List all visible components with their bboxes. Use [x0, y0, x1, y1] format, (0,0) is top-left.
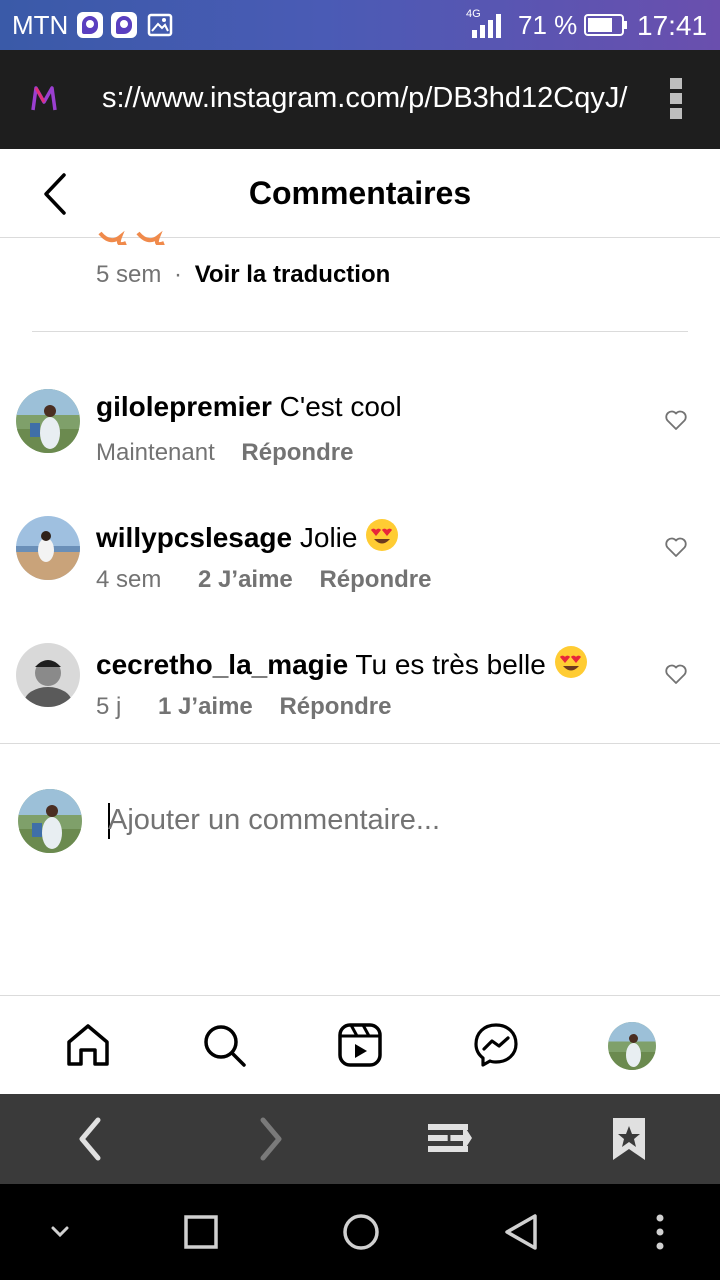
heart-eyes-emoji-icon	[554, 646, 587, 678]
heart-eyes-emoji-icon	[366, 519, 399, 551]
likes-count[interactable]: 2 J’aime	[198, 566, 293, 593]
comment-username[interactable]: gilolepremier	[96, 391, 272, 422]
reels-icon[interactable]	[335, 1020, 385, 1070]
comment-username[interactable]: cecretho_la_magie	[96, 649, 348, 680]
url-text[interactable]: s://www.instagram.com/p/DB3hd12CqyJ/	[102, 82, 627, 115]
partial-emoji-row	[96, 229, 176, 245]
comment-item: cecretho_la_magie Tu es très belle 5 j 1…	[0, 643, 720, 753]
comment-text: Jolie	[299, 522, 358, 553]
home-icon[interactable]	[63, 1020, 113, 1070]
see-translation-link[interactable]: Voir la traduction	[195, 261, 391, 288]
bookmark-icon[interactable]	[604, 1116, 654, 1162]
notification-app-icon	[77, 12, 103, 38]
comment-time: 4 sem	[96, 566, 162, 593]
more-vertical-icon[interactable]	[668, 78, 684, 122]
gallery-icon	[147, 13, 173, 37]
like-heart-icon[interactable]	[664, 663, 688, 685]
avatar[interactable]	[16, 389, 80, 453]
notification-app-icon	[111, 12, 137, 38]
clock: 17:41	[637, 10, 708, 41]
reply-button[interactable]: Répondre	[241, 439, 353, 466]
divider	[0, 743, 720, 744]
current-user-avatar	[18, 789, 82, 853]
comment-time: Maintenant	[96, 439, 215, 466]
app-bottom-nav	[0, 995, 720, 1094]
browser-url-bar: s://www.instagram.com/p/DB3hd12CqyJ/	[0, 50, 720, 149]
browser-logo-icon[interactable]	[30, 84, 58, 114]
chevron-down-icon[interactable]	[38, 1210, 82, 1254]
like-heart-icon[interactable]	[664, 409, 688, 431]
comment-input[interactable]	[108, 796, 668, 844]
browser-toolbar	[0, 1094, 720, 1184]
avatar[interactable]	[16, 643, 80, 707]
comment-text: Tu es très belle	[355, 649, 546, 680]
reply-button[interactable]: Répondre	[279, 693, 391, 720]
tab-count: 1	[443, 1127, 455, 1149]
comments-header: Commentaires	[0, 149, 720, 238]
carrier-name: MTN	[12, 10, 69, 40]
comment-item: willypcslesage Jolie 4 sem 2 J’aime Répo…	[0, 516, 720, 626]
likes-count[interactable]: 1 J’aime	[158, 693, 253, 720]
comment-time: 5 j	[96, 693, 122, 720]
like-heart-icon[interactable]	[664, 536, 688, 558]
partial-comment-meta: 5 sem · Voir la traduction	[96, 261, 391, 288]
back-triangle-icon[interactable]	[499, 1210, 543, 1254]
system-nav-bar	[0, 1184, 720, 1280]
avatar[interactable]	[16, 516, 80, 580]
page-title: Commentaires	[248, 175, 472, 211]
comment-item: gilolepremier C'est cool Maintenant Répo…	[0, 389, 720, 499]
comment-text: C'est cool	[279, 391, 402, 422]
more-vertical-icon[interactable]	[638, 1210, 682, 1254]
battery-icon	[584, 14, 627, 36]
forward-arrow-icon[interactable]	[245, 1116, 295, 1162]
comment-time: 5 sem	[96, 261, 162, 288]
divider	[32, 331, 688, 332]
messenger-icon[interactable]	[471, 1020, 521, 1070]
status-bar: MTN 4G 71 % 17:41	[0, 0, 720, 50]
signal-icon	[472, 14, 501, 38]
battery-percent: 71 %	[518, 10, 578, 40]
profile-avatar[interactable]	[608, 1022, 656, 1070]
home-circle-icon[interactable]	[339, 1210, 383, 1254]
reply-button[interactable]: Répondre	[319, 566, 431, 593]
comment-username[interactable]: willypcslesage	[96, 522, 292, 553]
back-arrow-icon[interactable]	[66, 1116, 116, 1162]
recents-square-icon[interactable]	[179, 1210, 223, 1254]
search-icon[interactable]	[199, 1020, 249, 1070]
